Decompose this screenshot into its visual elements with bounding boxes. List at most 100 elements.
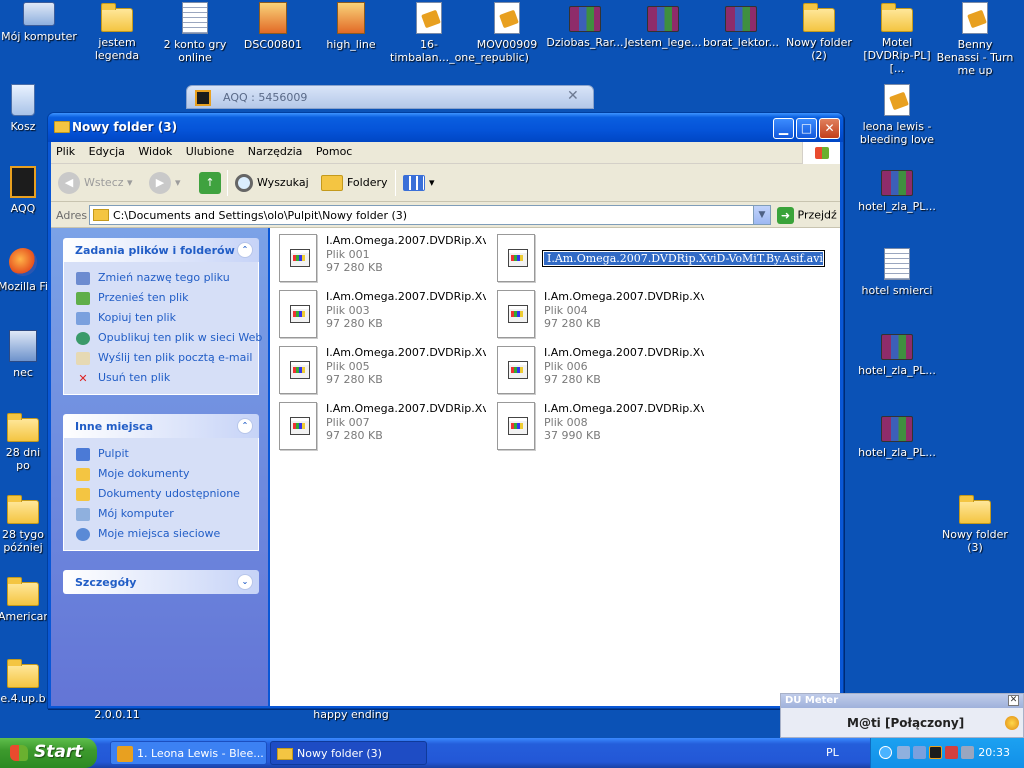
file-list: I.Am.Omega.2007.DVDRip.Xvi... Plik 001 9…	[270, 228, 840, 706]
taskbar-item-nowy-folder[interactable]: Nowy folder (3)	[270, 741, 427, 765]
du-meter-tray-icon[interactable]	[945, 746, 958, 759]
desktop-icon-folder[interactable]: Nowy folder (2)	[780, 2, 858, 62]
copy-icon	[76, 311, 90, 325]
chevron-down-icon[interactable]: ▼	[753, 206, 770, 224]
menu-pomoc[interactable]: Pomoc	[311, 142, 357, 158]
start-button[interactable]: Start	[0, 738, 97, 768]
up-folder-button[interactable]: ↑	[199, 171, 225, 195]
address-bar: Adres C:\Documents and Settings\olo\Pulp…	[51, 202, 840, 228]
desktop-icon-media[interactable]: 16-timbalan..._one_republic)	[390, 2, 529, 64]
place-my-computer[interactable]: Mój komputer	[76, 504, 258, 524]
language-indicator[interactable]: PL	[826, 746, 839, 759]
place-my-documents[interactable]: Moje dokumenty	[76, 464, 258, 484]
desktop-icon-image[interactable]: DSC00801	[234, 2, 312, 51]
close-icon[interactable]: ✕	[1008, 695, 1019, 706]
rename-input[interactable]: I.Am.Omega.2007.DVDRip.XviD-VoMiT.By.Asi…	[542, 250, 825, 267]
views-button[interactable]: ▾	[403, 171, 435, 195]
media-file-icon	[494, 2, 520, 34]
desktop-icon-folder[interactable]: 28 tygo później	[0, 494, 48, 554]
collapse-chevron-icon[interactable]: ⌃	[237, 242, 253, 258]
desktop-icon-media[interactable]: leona lewis - bleeding love	[858, 84, 936, 146]
panel-header[interactable]: Zadania plików i folderów ⌃	[63, 238, 259, 262]
forward-button[interactable]: ▶ ▾	[149, 171, 181, 195]
folder-icon	[881, 3, 913, 32]
file-item[interactable]: I.Am.Omega.2007.DVDRip.Xvi... Plik 006 9…	[488, 344, 706, 396]
clock[interactable]: 20:33	[978, 746, 1010, 759]
desktop-icon-media[interactable]: MOV00909	[468, 2, 546, 51]
desktop-icon-document[interactable]: hotel smierci	[858, 248, 936, 297]
desktop-icon-archive[interactable]: Dziobas_Rar...	[546, 2, 624, 49]
aqq-tray-icon[interactable]	[929, 746, 942, 759]
minimize-button[interactable]: ▁	[773, 118, 794, 139]
tray-arrow-icon[interactable]	[879, 746, 892, 759]
maximize-button[interactable]: □	[796, 118, 817, 139]
desktop-icon-folder[interactable]: jestem legenda	[78, 2, 156, 62]
desktop-icon-aqq[interactable]: AQQ	[0, 166, 48, 215]
place-desktop[interactable]: Pulpit	[76, 444, 258, 464]
address-input[interactable]: C:\Documents and Settings\olo\Pulpit\Now…	[89, 205, 771, 225]
desktop-icon-my-computer[interactable]: Mój komputer	[0, 2, 78, 43]
back-button[interactable]: ◀ Wstecz ▾	[58, 171, 133, 195]
place-network[interactable]: Moje miejsca sieciowe	[76, 524, 258, 544]
desktop-icon-archive[interactable]: Jestem_lege...	[624, 2, 702, 49]
menu-edycja[interactable]: Edycja	[84, 142, 130, 158]
desktop-icon-folder[interactable]: 28 dni po	[0, 412, 48, 472]
folder-icon	[101, 3, 133, 32]
desktop-icon-label[interactable]: 2.0.0.11	[78, 708, 156, 721]
desktop-icon-network[interactable]: nec	[0, 330, 48, 379]
title-bar[interactable]: Nowy folder (3) ▁ □ ✕	[48, 113, 843, 142]
task-move-file[interactable]: Przenieś ten plik	[76, 288, 258, 308]
desktop-icon-archive[interactable]: hotel_zla_PL...	[858, 166, 936, 213]
file-item[interactable]: I.Am.Omega.2007.DVDRip.Xvi... Plik 003 9…	[270, 288, 488, 340]
file-item[interactable]: I.Am.Omega.2007.DVDRip.Xvi... Plik 005 9…	[270, 344, 488, 396]
desktop-icon-archive[interactable]: hotel_zla_PL...	[858, 412, 936, 459]
panel-header[interactable]: Inne miejsca ⌃	[63, 414, 259, 438]
expand-chevron-icon[interactable]: ⌄	[237, 574, 253, 590]
file-item[interactable]: I.Am.Omega.2007.DVDRip.Xvi... Plik 004 9…	[488, 288, 706, 340]
menu-narzedzia[interactable]: Narzędzia	[243, 142, 308, 158]
desktop-icon-media[interactable]: Benny Benassi - Turn me up	[936, 2, 1014, 77]
desktop-icon-archive[interactable]: hotel_zla_PL...	[858, 330, 936, 377]
toolbar-separator	[395, 170, 396, 196]
collapse-chevron-icon[interactable]: ⌃	[237, 418, 253, 434]
chevron-down-icon[interactable]: ▾	[127, 176, 133, 189]
close-icon[interactable]: ✕	[567, 88, 579, 104]
file-item[interactable]: I.Am.Omega.2007.DVDRip.Xvi... Plik 008 3…	[488, 400, 706, 452]
desktop-icon-folder[interactable]: e.4.up.b	[0, 658, 48, 705]
background-window-aqq[interactable]: AQQ : 5456009 ✕	[186, 85, 594, 109]
task-delete-file[interactable]: ✕ Usuń ten plik	[76, 368, 258, 388]
taskbar-item-leona-lewis[interactable]: 1. Leona Lewis - Blee...	[110, 741, 267, 765]
panel-header[interactable]: Szczegóły ⌄	[63, 570, 259, 594]
desktop-icon-folder[interactable]: American	[0, 576, 50, 623]
task-copy-file[interactable]: Kopiuj ten plik	[76, 308, 258, 328]
toolbar: ◀ Wstecz ▾ ▶ ▾ ↑ Wyszukaj Foldery ▾	[51, 164, 840, 202]
folders-button[interactable]: Foldery	[321, 171, 388, 195]
desktop-icon-firefox[interactable]: Mozilla Fi	[0, 248, 48, 293]
desktop-icon-image[interactable]: high_line	[312, 2, 390, 51]
rar-archive-icon	[881, 334, 913, 360]
desktop-icon-recycle-bin[interactable]: Kosz	[0, 84, 48, 133]
menu-plik[interactable]: Plik	[51, 142, 80, 158]
menu-ulubione[interactable]: Ulubione	[181, 142, 240, 158]
file-item[interactable]: I.Am.Omega.2007.DVDRip.Xvi... Plik 007 9…	[270, 400, 488, 452]
place-shared-documents[interactable]: Dokumenty udostępnione	[76, 484, 258, 504]
menu-widok[interactable]: Widok	[133, 142, 177, 158]
chevron-down-icon[interactable]: ▾	[175, 176, 181, 189]
desktop-icon-folder[interactable]: Motel [DVDRip-PL][...	[858, 2, 936, 75]
device-tray-icon[interactable]	[961, 746, 974, 759]
task-email-file[interactable]: Wyślij ten plik pocztą e-mail	[76, 348, 258, 368]
du-meter-widget[interactable]: DU Meter ✕ M@ti [Połączony]	[780, 693, 1024, 738]
display-tray-icon[interactable]	[913, 746, 926, 759]
network-tray-icon[interactable]	[897, 746, 910, 759]
desktop-icon-archive[interactable]: borat_lektor...	[702, 2, 780, 49]
search-button[interactable]: Wyszukaj	[235, 171, 309, 195]
desktop-icon-document[interactable]: 2 konto gry online	[156, 2, 234, 64]
file-item[interactable]: I.Am.Omega.2007.DVDRip.Xvi... Plik 001 9…	[270, 232, 488, 284]
file-icon	[497, 402, 535, 450]
desktop-icon-folder[interactable]: Nowy folder (3)	[936, 494, 1014, 554]
task-rename-file[interactable]: Zmień nazwę tego pliku	[76, 268, 258, 288]
task-publish-web[interactable]: Opublikuj ten plik w sieci Web	[76, 328, 262, 348]
go-button[interactable]: ➜ Przejdź	[777, 207, 837, 224]
close-button[interactable]: ✕	[819, 118, 840, 139]
desktop-icon-label[interactable]: happy ending	[312, 708, 390, 721]
